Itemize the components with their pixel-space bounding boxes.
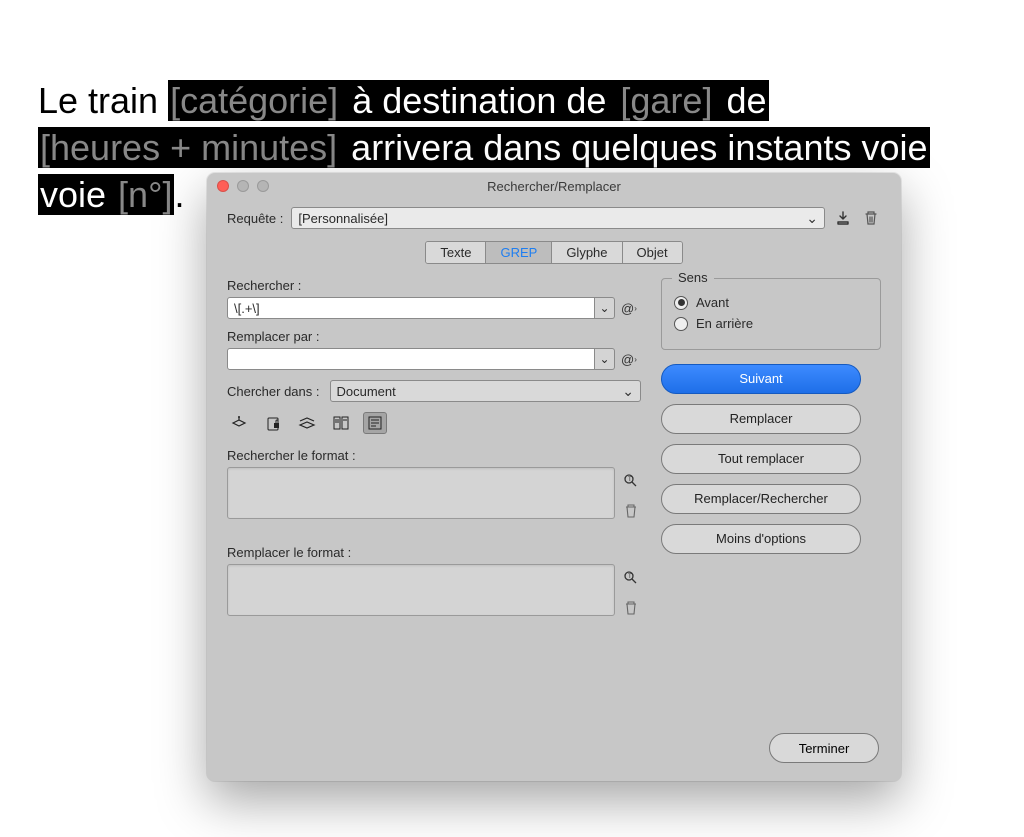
- next-button[interactable]: Suivant: [661, 364, 861, 394]
- hidden-layers-icon[interactable]: [295, 412, 319, 434]
- search-in-value: Document: [337, 384, 396, 399]
- find-input[interactable]: \[.+\]: [227, 297, 595, 319]
- save-query-icon[interactable]: [833, 208, 853, 228]
- find-format-box[interactable]: [227, 467, 615, 519]
- radio-backward[interactable]: En arrière: [674, 316, 868, 331]
- replace-input[interactable]: [227, 348, 595, 370]
- placeholder-station: [gare]: [618, 80, 714, 121]
- done-button[interactable]: Terminer: [769, 733, 879, 763]
- sentence-text: Le train: [38, 80, 168, 121]
- minimize-icon[interactable]: [237, 180, 249, 192]
- locked-layers-icon[interactable]: [227, 412, 251, 434]
- replace-all-button[interactable]: Tout remplacer: [661, 444, 861, 474]
- svg-text:T: T: [628, 574, 632, 580]
- find-format-label: Rechercher le format :: [227, 448, 641, 463]
- sentence-text: à destination de: [340, 80, 618, 121]
- replace-format-box[interactable]: [227, 564, 615, 616]
- mode-tabs: Texte GREP Glyphe Objet: [425, 241, 682, 264]
- replace-format-label: Remplacer le format :: [227, 545, 641, 560]
- placeholder-category: [catégorie]: [168, 80, 340, 121]
- specify-replace-format-icon[interactable]: T: [621, 568, 641, 588]
- tab-text[interactable]: Texte: [426, 242, 486, 263]
- find-history-dropdown[interactable]: ⌄: [595, 297, 615, 319]
- dialog-title: Rechercher/Remplacer: [487, 179, 621, 194]
- replace-button[interactable]: Remplacer: [661, 404, 861, 434]
- find-value: \[.+\]: [234, 301, 260, 316]
- find-special-menu-icon[interactable]: @›: [621, 301, 641, 316]
- less-options-button[interactable]: Moins d'options: [661, 524, 861, 554]
- specify-find-format-icon[interactable]: T: [621, 471, 641, 491]
- direction-fieldset: Sens Avant En arrière: [661, 278, 881, 350]
- replace-special-menu-icon[interactable]: @›: [621, 352, 641, 367]
- query-select[interactable]: [Personnalisée]: [291, 207, 825, 229]
- footnotes-icon[interactable]: [363, 412, 387, 434]
- search-scope-icons: [227, 412, 641, 434]
- find-label: Rechercher :: [227, 278, 641, 293]
- window-controls: [217, 180, 269, 192]
- replace-history-dropdown[interactable]: ⌄: [595, 348, 615, 370]
- maximize-icon[interactable]: [257, 180, 269, 192]
- query-label: Requête :: [227, 211, 283, 226]
- placeholder-time: [heures + minutes]: [38, 127, 339, 168]
- search-in-select[interactable]: Document: [330, 380, 642, 402]
- close-icon[interactable]: [217, 180, 229, 192]
- master-pages-icon[interactable]: [329, 412, 353, 434]
- sentence-text: de: [714, 80, 768, 121]
- delete-query-icon[interactable]: [861, 208, 881, 228]
- titlebar: Rechercher/Remplacer: [207, 173, 901, 199]
- sentence-text: arrivera dans quelques instants voie: [339, 127, 929, 168]
- direction-legend: Sens: [672, 270, 714, 285]
- find-replace-dialog: Rechercher/Remplacer Requête : [Personna…: [207, 173, 901, 781]
- locked-stories-icon[interactable]: [261, 412, 285, 434]
- tab-glyph[interactable]: Glyphe: [552, 242, 622, 263]
- sentence-text: .: [174, 174, 184, 215]
- svg-text:T: T: [628, 477, 632, 483]
- replace-find-button[interactable]: Remplacer/Rechercher: [661, 484, 861, 514]
- radio-icon: [674, 317, 688, 331]
- radio-backward-label: En arrière: [696, 316, 753, 331]
- sentence-text: voie: [38, 174, 116, 215]
- tab-object[interactable]: Objet: [623, 242, 682, 263]
- replace-label: Remplacer par :: [227, 329, 641, 344]
- tab-grep[interactable]: GREP: [486, 242, 552, 263]
- clear-find-format-icon[interactable]: [621, 501, 641, 521]
- radio-icon: [674, 296, 688, 310]
- query-value: [Personnalisée]: [298, 211, 388, 226]
- search-in-label: Chercher dans :: [227, 384, 320, 399]
- radio-forward[interactable]: Avant: [674, 295, 868, 310]
- clear-replace-format-icon[interactable]: [621, 598, 641, 618]
- radio-forward-label: Avant: [696, 295, 729, 310]
- placeholder-track: [n°]: [116, 174, 174, 215]
